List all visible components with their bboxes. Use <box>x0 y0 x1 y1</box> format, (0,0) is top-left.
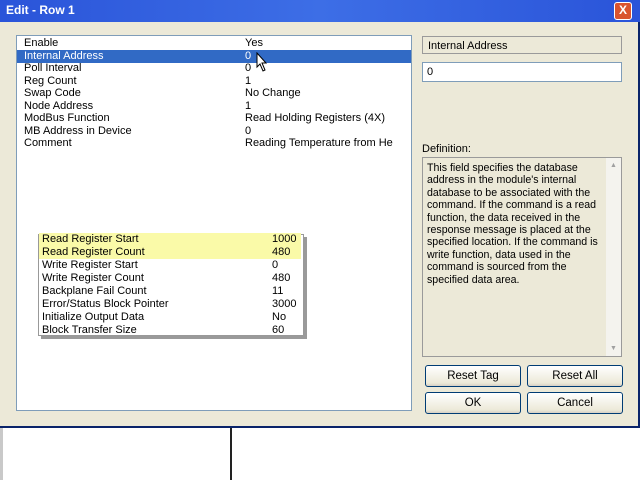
property-row[interactable]: Internal Address 0 <box>17 49 411 63</box>
definition-label: Definition: <box>422 143 471 155</box>
window-title: Edit - Row 1 <box>6 3 75 17</box>
property-name: Internal Address <box>24 49 104 62</box>
cancel-button[interactable]: Cancel <box>527 392 623 414</box>
ok-button[interactable]: OK <box>425 392 521 414</box>
selected-field-name: Internal Address <box>422 36 622 54</box>
definition-text: This field specifies the database addres… <box>427 162 598 286</box>
property-name: MB Address in Device <box>24 124 132 137</box>
popup-row: Backplane Fail Count 11 <box>39 285 301 298</box>
popup-value: No <box>272 311 287 323</box>
popup-row: Write Register Start 0 <box>39 259 301 272</box>
edit-dialog: Edit - Row 1 X Enable Yes Internal Address… <box>0 0 640 428</box>
property-value: No Change <box>245 87 301 99</box>
scroll-up-arrow-icon[interactable]: ▲ <box>606 158 621 173</box>
popup-name: Read Register Count <box>42 246 145 258</box>
property-name: Enable <box>24 37 59 49</box>
property-row[interactable]: Reg Count 1 <box>17 75 411 88</box>
property-row[interactable]: MB Address in Device 0 <box>17 125 411 138</box>
property-grid[interactable]: Enable Yes Internal Address 0 Poll Interval 0… <box>16 35 412 411</box>
popup-row: Block Transfer Size 60 <box>39 324 301 337</box>
property-row[interactable]: Enable Yes <box>17 37 411 50</box>
property-value: 1 <box>245 74 252 87</box>
property-name: Poll Interval <box>24 62 82 74</box>
popup-name: Initialize Output Data <box>42 311 145 323</box>
background-ladder-line <box>230 428 232 480</box>
property-name: Node Address <box>24 99 94 112</box>
reset-tag-button[interactable]: Reset Tag <box>425 365 521 387</box>
popup-row: Read Register Start 1000 <box>39 233 301 246</box>
reset-all-button[interactable]: Reset All <box>527 365 623 387</box>
property-row[interactable]: Node Address 1 <box>17 100 411 113</box>
property-row[interactable]: Poll Interval 0 <box>17 62 411 75</box>
popup-value: 60 <box>272 324 285 336</box>
property-value: Yes <box>245 37 263 49</box>
popup-name: Write Register Start <box>42 259 138 271</box>
popup-value: 11 <box>272 285 284 297</box>
property-value: Read Holding Registers (4X) <box>245 112 386 124</box>
popup-name: Backplane Fail Count <box>42 285 147 297</box>
definition-scrollbar[interactable]: ▲ ▼ <box>606 158 621 356</box>
popup-row: Error/Status Block Pointer 3000 <box>39 298 301 311</box>
popup-value: 480 <box>272 272 291 284</box>
field-value-input[interactable] <box>422 62 622 82</box>
popup-name: Error/Status Block Pointer <box>42 298 169 310</box>
property-value: Reading Temperature from He <box>245 137 393 149</box>
property-row[interactable]: Comment Reading Temperature from He <box>17 137 411 150</box>
popup-name: Read Register Start <box>42 233 139 245</box>
property-name: Swap Code <box>24 87 81 99</box>
property-value: 0 <box>245 49 252 62</box>
popup-row: Initialize Output Data No <box>39 311 301 324</box>
scroll-down-arrow-icon[interactable]: ▼ <box>606 341 621 356</box>
property-name: ModBus Function <box>24 112 110 124</box>
definition-box: This field specifies the database addres… <box>422 157 622 357</box>
popup-row: Read Register Count 480 <box>39 246 301 259</box>
property-name: Reg Count <box>24 74 77 87</box>
property-row[interactable]: Swap Code No Change <box>17 87 411 100</box>
popup-name: Block Transfer Size <box>42 324 137 336</box>
close-icon: X <box>618 3 627 17</box>
popup-value: 3000 <box>272 298 297 310</box>
close-button[interactable]: X <box>614 2 632 20</box>
block-info-popup: Read Register Start 1000 Read Register Cou… <box>38 233 304 337</box>
mouse-cursor-icon <box>256 52 268 72</box>
property-value: 0 <box>245 62 252 74</box>
property-name: Comment <box>24 137 72 149</box>
title-bar[interactable]: Edit - Row 1 X <box>0 0 640 22</box>
popup-value: 480 <box>272 246 291 258</box>
popup-row: Write Register Count 480 <box>39 272 301 285</box>
property-value: 1 <box>245 99 252 112</box>
property-value: 0 <box>245 124 252 137</box>
property-row[interactable]: ModBus Function Read Holding Registers (4… <box>17 112 411 125</box>
popup-value: 1000 <box>272 233 297 245</box>
popup-name: Write Register Count <box>42 272 144 284</box>
popup-value: 0 <box>272 259 279 271</box>
